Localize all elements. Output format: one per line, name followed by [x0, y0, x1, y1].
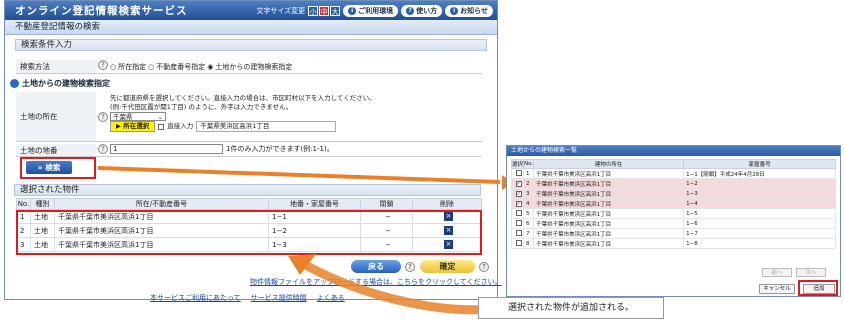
list-item[interactable]: 7 千葉県千葉市美浜区高浜1丁目 1−7: [511, 228, 836, 239]
dialog-title: 土地からの建物検索一覧: [507, 146, 840, 156]
list-item[interactable]: 8 千葉県千葉市美浜区高浜1丁目 1−8: [511, 238, 836, 249]
building-table: 選択 No. 建物の所在 家屋番号 1 千葉県千葉市美浜区高浜1丁目 1−1【閉鎖】…: [511, 159, 836, 249]
highlight-box: [798, 280, 838, 296]
select-checkbox[interactable]: [515, 209, 522, 216]
select-checkbox[interactable]: [515, 219, 522, 226]
select-checkbox[interactable]: [515, 169, 522, 176]
select-checkbox[interactable]: ✓: [515, 200, 522, 207]
select-checkbox[interactable]: ✓: [515, 190, 522, 197]
select-checkbox[interactable]: [515, 229, 522, 236]
list-item[interactable]: ✓ 2 千葉県千葉市美浜区高浜1丁目 1−2: [511, 178, 836, 189]
list-item[interactable]: 1 千葉県千葉市美浜区高浜1丁目 1−1【閉鎖】平成24年4月28日: [511, 168, 836, 179]
list-item[interactable]: 6 千葉県千葉市美浜区高浜1丁目 1−6: [511, 218, 836, 229]
next-button[interactable]: 次へ: [796, 268, 826, 277]
list-item[interactable]: ✓ 3 千葉県千葉市美浜区高浜1丁目 1−3: [511, 188, 836, 199]
cancel-button[interactable]: キャンセル: [759, 284, 795, 294]
building-list-dialog: 土地からの建物検索一覧 選択 No. 建物の所在 家屋番号 1 千葉県千葉市美浜区…: [506, 145, 841, 297]
list-item[interactable]: ✓ 4 千葉県千葉市美浜区高浜1丁目 1−4: [511, 198, 836, 209]
select-checkbox[interactable]: [515, 239, 522, 246]
prev-button[interactable]: 前へ: [762, 268, 792, 277]
select-checkbox[interactable]: ✓: [515, 180, 522, 187]
list-item[interactable]: 5 千葉県千葉市美浜区高浜1丁目 1−5: [511, 208, 836, 219]
caption-callout: 選択された物件が追加される。: [478, 297, 664, 319]
